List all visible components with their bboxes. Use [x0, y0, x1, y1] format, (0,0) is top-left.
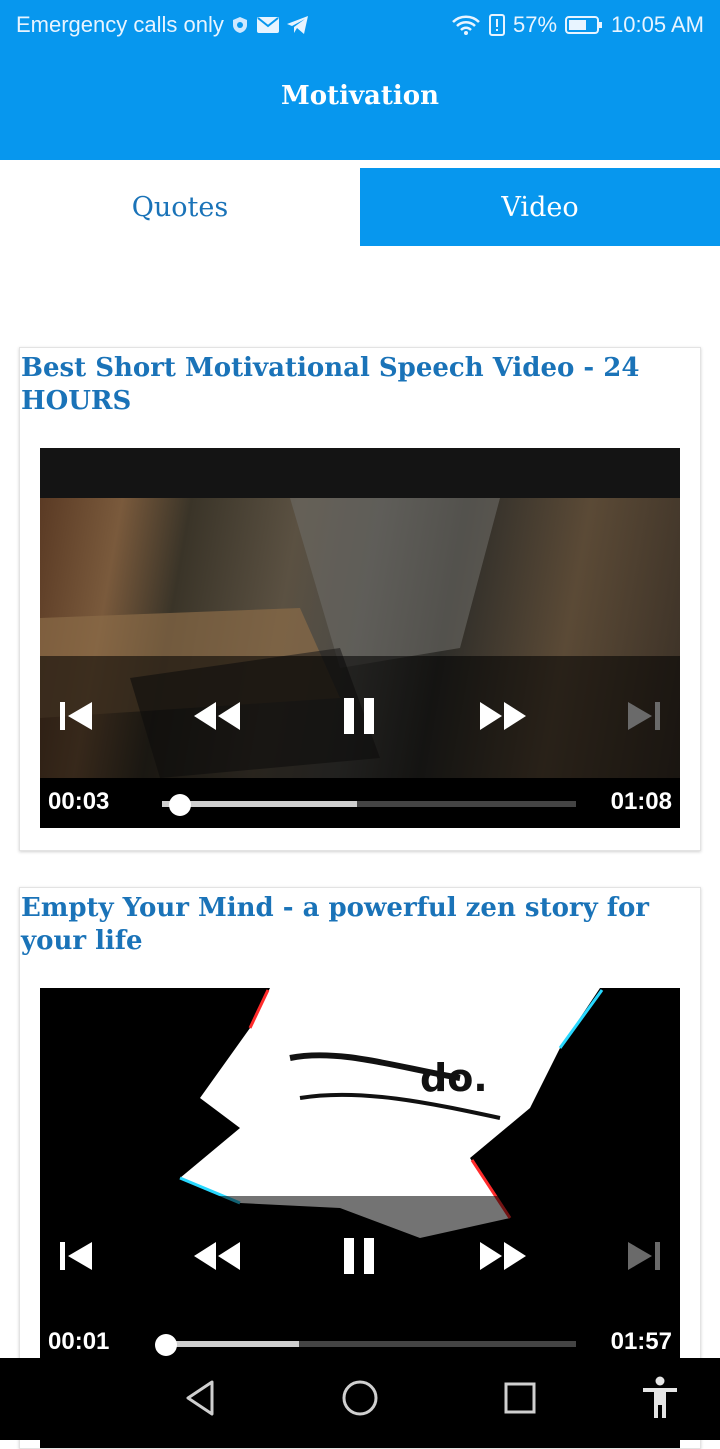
- video-letterbox: [40, 448, 680, 498]
- telegram-icon: [286, 15, 310, 35]
- system-nav-bar: [0, 1358, 720, 1440]
- status-bar: Emergency calls only 57% 10:05 AM: [0, 0, 720, 50]
- video-card: Best Short Motivational Speech Video - 2…: [19, 347, 701, 851]
- tab-quotes[interactable]: Quotes: [0, 168, 360, 246]
- tab-bar: Quotes Video: [0, 168, 720, 246]
- mail-icon: [256, 16, 280, 34]
- seek-bar[interactable]: [162, 794, 576, 816]
- app-bar: Motivation: [0, 50, 720, 160]
- video-title: Best Short Motivational Speech Video - 2…: [21, 353, 640, 416]
- carrier-text: Emergency calls only: [16, 12, 224, 37]
- status-right: 57% 10:05 AM: [451, 12, 704, 38]
- video-title: Empty Your Mind - a powerful zen story f…: [21, 893, 649, 956]
- fast-forward-icon[interactable]: [478, 1238, 528, 1278]
- fast-forward-icon[interactable]: [478, 698, 528, 738]
- seek-thumb[interactable]: [169, 794, 192, 816]
- pause-icon[interactable]: [342, 698, 378, 738]
- seek-bar[interactable]: [154, 1334, 576, 1356]
- time-bar: 00:03 01:08: [40, 778, 680, 828]
- next-icon[interactable]: [626, 698, 662, 738]
- accessibility-icon[interactable]: [640, 1376, 680, 1424]
- tab-video[interactable]: Video: [360, 168, 720, 246]
- video-player[interactable]: 00:03 01:08: [40, 448, 680, 828]
- pause-icon[interactable]: [342, 1238, 378, 1278]
- seek-thumb[interactable]: [154, 1334, 177, 1356]
- wifi-icon: [451, 14, 481, 36]
- shield-icon: [230, 15, 250, 35]
- recents-icon[interactable]: [500, 1378, 540, 1422]
- buffered-bar: [162, 801, 357, 807]
- previous-icon[interactable]: [58, 698, 94, 738]
- buffered-bar: [162, 1341, 299, 1347]
- next-icon[interactable]: [626, 1238, 662, 1278]
- rewind-icon[interactable]: [192, 698, 242, 738]
- rewind-icon[interactable]: [192, 1238, 242, 1278]
- previous-icon[interactable]: [58, 1238, 94, 1278]
- page-title: Motivation: [280, 81, 440, 111]
- player-controls: [40, 656, 680, 778]
- battery-icon: [565, 15, 603, 35]
- home-icon[interactable]: [340, 1378, 380, 1422]
- player-controls: [40, 1196, 680, 1318]
- clock: 10:05 AM: [611, 12, 704, 37]
- duration: 01:57: [610, 1328, 672, 1355]
- current-time: 00:03: [48, 788, 110, 815]
- battery-percent: 57%: [513, 12, 558, 37]
- video-frame-text: do.: [420, 1056, 488, 1100]
- duration: 01:08: [610, 788, 672, 815]
- back-icon[interactable]: [182, 1378, 222, 1422]
- alert-icon: [489, 14, 505, 36]
- status-left: Emergency calls only: [16, 12, 310, 38]
- current-time: 00:01: [48, 1328, 110, 1355]
